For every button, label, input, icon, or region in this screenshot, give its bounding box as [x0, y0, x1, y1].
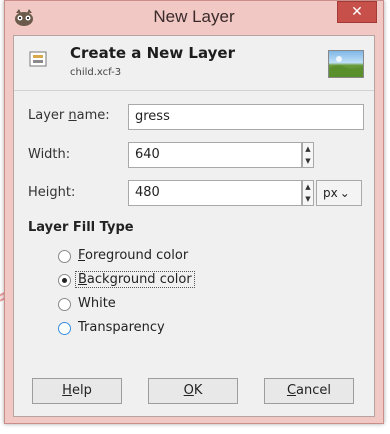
height-input[interactable]: 480 [128, 180, 302, 206]
unit-select[interactable]: px ⌄ [316, 180, 362, 206]
ok-button[interactable]: OK [148, 378, 238, 404]
image-name: child.xcf-3 [70, 67, 122, 78]
image-thumbnail [328, 50, 364, 78]
fill-type-heading: Layer Fill Type [28, 220, 134, 235]
radio-label: Background color [75, 271, 195, 288]
spin-down-icon[interactable]: ▼ [303, 193, 313, 205]
layer-name-input[interactable]: gress [128, 104, 364, 130]
height-label: Height: [28, 185, 76, 200]
radio-button[interactable] [58, 322, 71, 335]
window-title: New Layer [153, 7, 235, 26]
layer-name-label: Layer name: [28, 108, 110, 123]
help-button[interactable]: Help [32, 378, 122, 404]
header-title: Create a New Layer [70, 44, 235, 62]
layer-icon [29, 51, 47, 67]
title-bar: New Layer ✕ [5, 1, 383, 35]
spin-up-icon[interactable]: ▲ [303, 143, 313, 155]
radio-button[interactable] [58, 298, 71, 311]
cancel-button[interactable]: Cancel [264, 378, 354, 404]
width-spinner[interactable]: ▲ ▼ [302, 142, 314, 168]
spin-down-icon[interactable]: ▼ [303, 155, 313, 167]
radio-button[interactable] [58, 250, 71, 263]
radio-button[interactable] [58, 274, 71, 287]
radio-label: Foreground color [78, 248, 189, 263]
radio-label: White [78, 296, 116, 311]
spin-up-icon[interactable]: ▲ [303, 181, 313, 193]
dialog-body: Create a New Layer child.xcf-3 Layer nam… [13, 35, 375, 417]
chevron-down-icon: ⌄ [339, 186, 350, 200]
new-layer-dialog: New Layer ✕ Create a New Layer child.xcf… [4, 0, 384, 424]
width-input[interactable]: 640 [128, 142, 302, 168]
width-label: Width: [28, 147, 71, 162]
radio-label: Transparency [78, 320, 165, 335]
height-spinner[interactable]: ▲ ▼ [302, 180, 314, 206]
dialog-header: Create a New Layer child.xcf-3 [14, 36, 374, 91]
close-button[interactable]: ✕ [337, 1, 377, 23]
